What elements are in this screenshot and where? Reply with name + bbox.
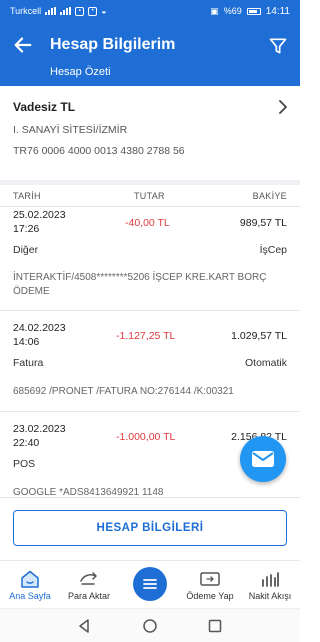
menu-button[interactable] <box>133 567 167 601</box>
column-header-balance: BAKİYE <box>252 191 287 201</box>
transaction-date: 23.02.2023 <box>13 423 66 435</box>
tab-cash-flow-label: Nakit Akışı <box>248 591 292 601</box>
signal-icon <box>45 7 57 15</box>
tab-home[interactable]: Ana Sayfa <box>0 561 60 609</box>
nfc-icon: ▣ <box>210 5 219 16</box>
info-button-wrap: HESAP BİLGİLERİ <box>13 510 287 546</box>
transaction-category: Fatura <box>13 357 44 369</box>
account-card[interactable]: Vadesiz TL I. SANAYİ SİTESİ/İZMİR TR76 0… <box>0 86 300 180</box>
account-branch: I. SANAYİ SİTESİ/İZMİR <box>13 124 128 136</box>
transaction-time: 22:40 <box>13 437 40 449</box>
tab-transfer-label: Para Aktar <box>67 591 111 601</box>
mail-fab-button[interactable] <box>240 436 286 482</box>
account-info-button[interactable]: HESAP BİLGİLERİ <box>13 510 287 546</box>
clock: 14:11 <box>265 5 290 17</box>
transaction-amount: -1.000,00 TL <box>116 431 176 443</box>
transaction-amount: -1.127,25 TL <box>116 330 176 342</box>
transaction-category: Diğer <box>13 244 39 256</box>
transaction-amount: -40,00 TL <box>125 217 170 229</box>
carrier-label: Turkcell <box>10 6 42 16</box>
filter-icon[interactable] <box>268 36 288 56</box>
battery-label: %69 <box>223 6 242 16</box>
account-name: Vadesiz TL <box>13 100 76 114</box>
arrow-left-icon[interactable] <box>12 34 34 56</box>
list-bottom-divider <box>0 497 300 498</box>
transfer-icon <box>80 572 97 585</box>
column-header-amount: TUTAR <box>134 191 165 201</box>
page-title: Hesap Bilgilerim <box>50 36 176 53</box>
transaction-time: 17:26 <box>13 223 40 235</box>
system-nav-bar <box>0 608 300 642</box>
chevron-right-icon <box>279 100 287 114</box>
transaction-description: 685692 /PRONET /FATURA NO:276144 /K:0032… <box>13 386 234 397</box>
transaction-time: 14:06 <box>13 336 40 348</box>
transaction-date: 25.02.2023 <box>13 209 66 221</box>
transaction-category: POS <box>13 458 36 470</box>
mail-icon <box>252 451 274 467</box>
tab-payment-label: Ödeme Yap <box>186 591 234 601</box>
app-notification-icon: • <box>88 6 98 16</box>
transaction-description: İNTERAKTİF/4508********5206 İŞCEP KRE.KA… <box>13 272 267 297</box>
back-icon[interactable] <box>76 618 92 634</box>
transaction-description: GOOGLE *ADS8413649921 1148 <box>13 487 164 497</box>
payment-icon <box>200 572 220 586</box>
signal-icon-2 <box>60 7 72 15</box>
home-icon[interactable] <box>142 618 158 634</box>
page-subtitle: Hesap Özeti <box>50 66 111 78</box>
cash-flow-icon <box>262 572 279 587</box>
notification-icon: ▪ <box>75 6 85 16</box>
tab-cash-flow[interactable]: Nakit Akışı <box>240 561 300 609</box>
column-header-date: TARİH <box>13 191 41 201</box>
bottom-tab-bar: Ana Sayfa Para Aktar Ödeme Yap Nakit Akı… <box>0 560 300 608</box>
transaction-channel: Otomatik <box>244 357 287 369</box>
transaction-balance: 1.029,57 TL <box>231 330 287 342</box>
app-header: Hesap Bilgilerim Hesap Özeti <box>0 22 300 86</box>
home-icon <box>21 570 39 588</box>
table-header: TARİH TUTAR BAKİYE <box>0 185 300 207</box>
tab-transfer[interactable]: Para Aktar <box>59 561 119 609</box>
table-row[interactable]: 25.02.2023 17:26 -40,00 TL 989,57 TL Diğ… <box>0 207 300 311</box>
wifi-icon: ◒ <box>101 6 107 16</box>
account-iban: TR76 0006 4000 0013 4380 2788 56 <box>13 145 185 157</box>
tab-payment[interactable]: Ödeme Yap <box>180 561 240 609</box>
transaction-balance: 989,57 TL <box>239 217 287 229</box>
transaction-date: 24.02.2023 <box>13 322 66 334</box>
recents-icon[interactable] <box>207 618 223 634</box>
transaction-channel: İşCep <box>259 244 287 256</box>
battery-icon <box>246 7 261 15</box>
table-row[interactable]: 24.02.2023 14:06 -1.127,25 TL 1.029,57 T… <box>0 311 300 412</box>
menu-icon <box>143 579 157 589</box>
tab-home-label: Ana Sayfa <box>9 591 51 601</box>
status-bar: Turkcell ▪ • ◒ ▣ %69 14:11 <box>0 0 300 22</box>
